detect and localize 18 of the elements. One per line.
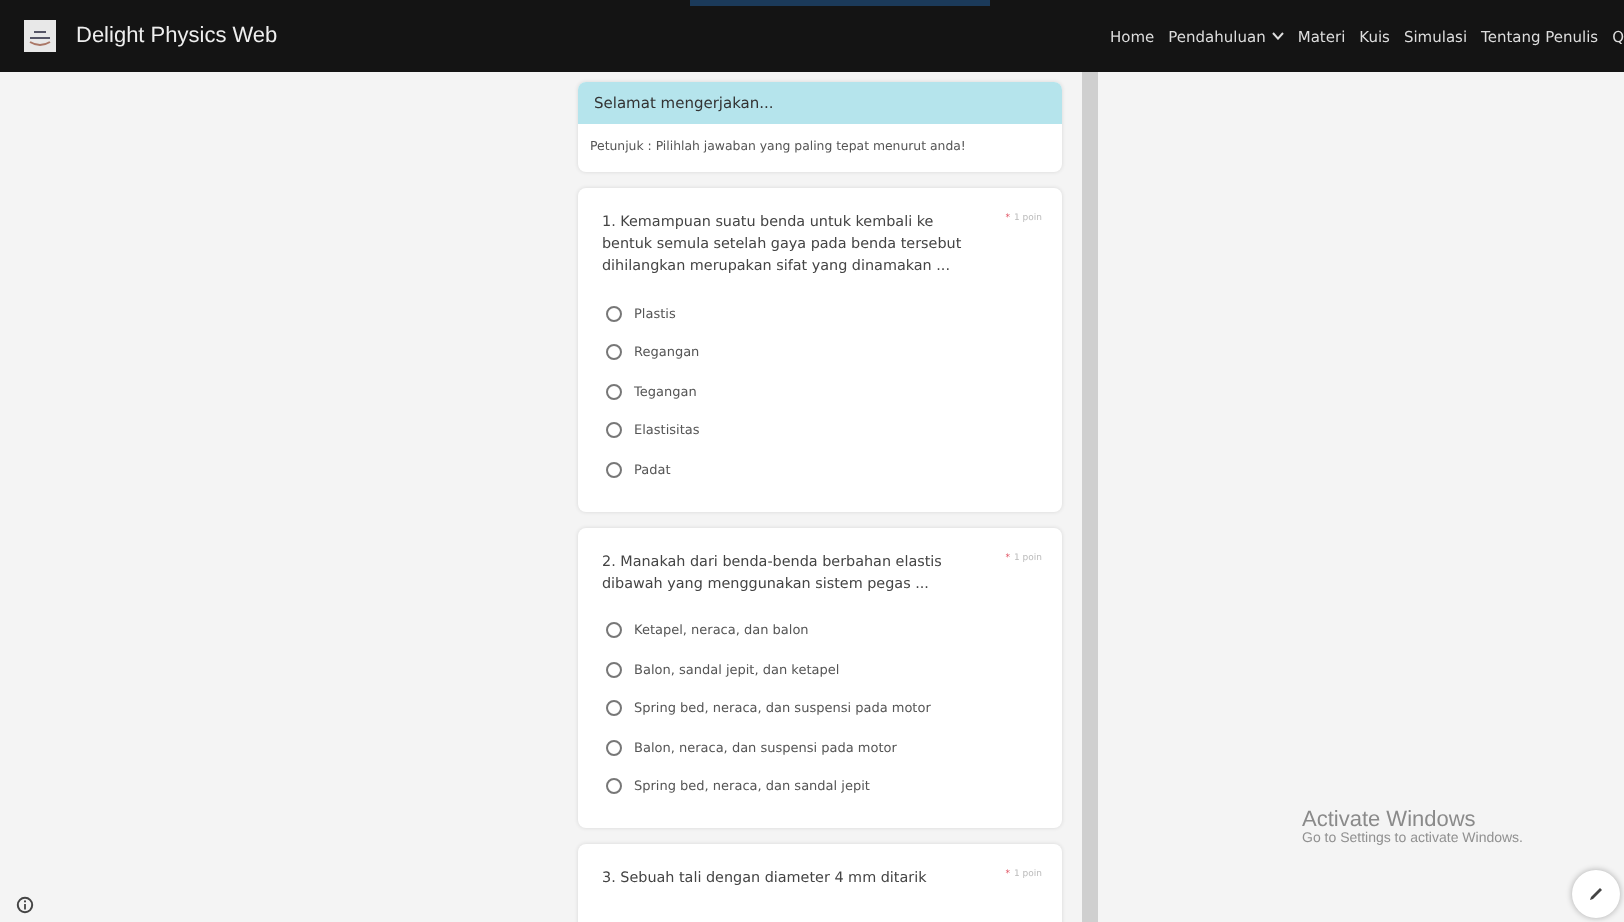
- logo-icon: [24, 20, 56, 52]
- radio-button[interactable]: [606, 622, 622, 639]
- radio-button[interactable]: [606, 778, 622, 795]
- radio-button[interactable]: [606, 422, 622, 439]
- caret-icon: [1271, 32, 1284, 40]
- radio-button[interactable]: [606, 461, 622, 478]
- radio-button[interactable]: [606, 661, 622, 678]
- radio-button[interactable]: [606, 700, 622, 717]
- edit-button[interactable]: [1572, 870, 1620, 918]
- brand-name[interactable]: Delight Physics Web: [76, 24, 278, 48]
- scrollbar[interactable]: [1082, 72, 1098, 922]
- radio-button[interactable]: [606, 305, 622, 322]
- radio-button[interactable]: [606, 739, 622, 756]
- radio-button[interactable]: [606, 344, 622, 361]
- radio-button[interactable]: [606, 383, 622, 400]
- info-icon[interactable]: [16, 896, 34, 914]
- activation-title: Activate Windows: [1302, 808, 1476, 832]
- pencil-icon: [1586, 884, 1606, 904]
